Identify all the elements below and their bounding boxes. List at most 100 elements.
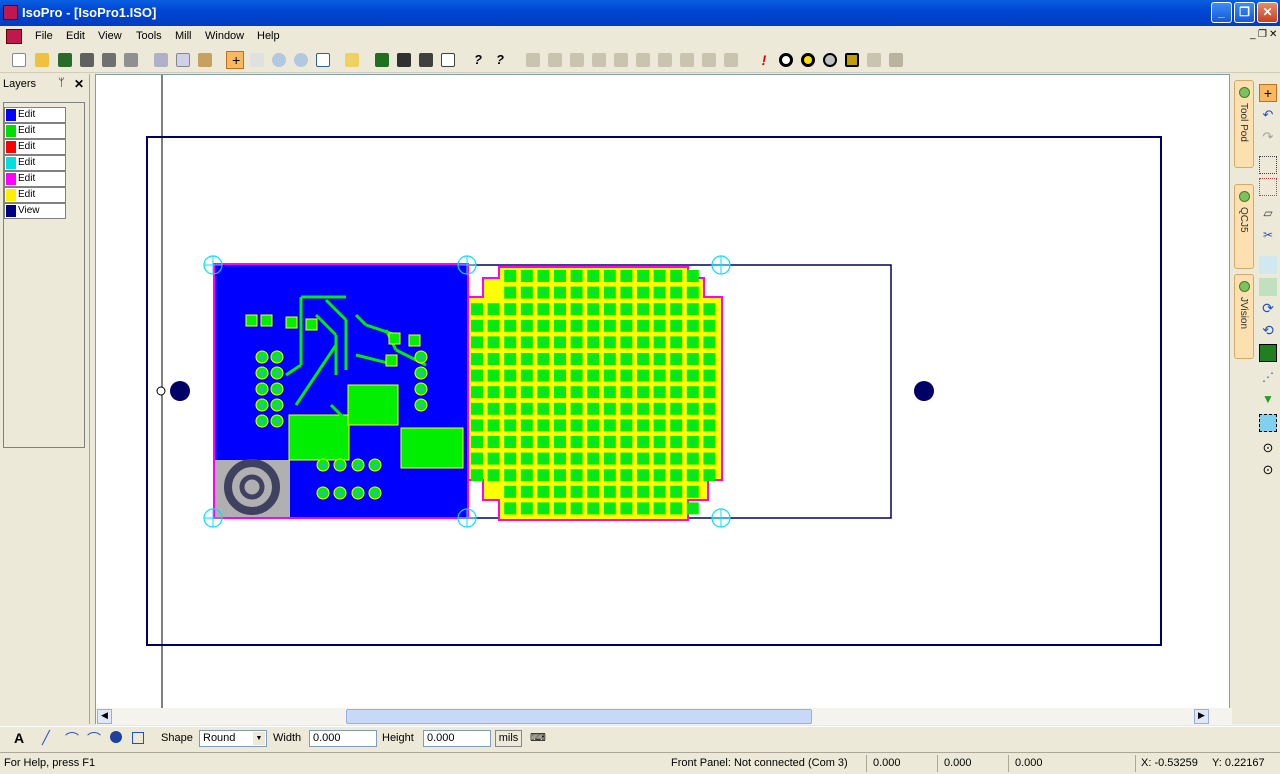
window-icon[interactable] bbox=[439, 51, 457, 69]
grid-via bbox=[575, 291, 578, 294]
mdi-min-icon[interactable]: _ bbox=[1250, 29, 1256, 40]
camera-target-icon[interactable] bbox=[821, 51, 839, 69]
menu-window[interactable]: Window bbox=[205, 30, 244, 42]
print-preview-icon[interactable] bbox=[100, 51, 118, 69]
board-green-icon[interactable] bbox=[1259, 344, 1277, 362]
maximize-button[interactable]: ❐ bbox=[1234, 2, 1255, 23]
text-tool-icon[interactable]: A bbox=[14, 730, 24, 746]
help-icon[interactable]: ? bbox=[469, 51, 487, 69]
mdi-close-icon[interactable]: ✕ bbox=[1269, 29, 1277, 40]
height-input[interactable]: 0.000 bbox=[423, 730, 491, 747]
cut-path-icon[interactable]: ✂ bbox=[1259, 228, 1277, 246]
width-input[interactable]: 0.000 bbox=[309, 730, 377, 747]
pad-hole bbox=[321, 491, 325, 495]
chevron-down-icon[interactable]: ▼ bbox=[253, 732, 265, 745]
eraser-icon[interactable]: ▱ bbox=[1259, 206, 1277, 224]
tool-pod-icon bbox=[1239, 87, 1250, 98]
shape-select[interactable]: Round ▼ bbox=[199, 730, 267, 747]
keyboard-icon[interactable]: ⌨ bbox=[530, 731, 546, 744]
menu-edit[interactable]: Edit bbox=[66, 30, 85, 42]
grid-via bbox=[641, 474, 645, 477]
grid-via bbox=[658, 357, 661, 361]
grid-via bbox=[542, 357, 545, 361]
layer-view-icon[interactable] bbox=[395, 51, 413, 69]
save-icon[interactable] bbox=[56, 51, 74, 69]
doc-icon[interactable] bbox=[6, 29, 22, 44]
cut-icon[interactable] bbox=[152, 51, 170, 69]
center-target-icon[interactable]: ⊙ bbox=[1259, 440, 1277, 458]
drawing-canvas[interactable]: ▲ ▼ ◀ ▶ bbox=[95, 74, 1280, 725]
mdi-restore-icon[interactable]: ❐ bbox=[1258, 29, 1267, 40]
zoom-fit-icon[interactable] bbox=[314, 51, 332, 69]
new-icon[interactable] bbox=[10, 51, 28, 69]
print-setup-icon[interactable] bbox=[78, 51, 96, 69]
arc2-tool-icon[interactable]: ⌒ bbox=[87, 729, 101, 749]
line-tool-icon[interactable]: ╱ bbox=[42, 730, 50, 746]
paste-icon[interactable] bbox=[196, 51, 214, 69]
zoom-out-icon[interactable] bbox=[292, 51, 310, 69]
select-box-icon[interactable] bbox=[1259, 156, 1277, 174]
grid-via bbox=[525, 391, 528, 394]
align-icon[interactable] bbox=[1259, 256, 1277, 274]
rotate-icon[interactable]: ⟳ bbox=[1259, 300, 1277, 318]
board-icon[interactable] bbox=[843, 51, 861, 69]
red-target-icon[interactable]: ⊙ bbox=[1259, 462, 1277, 480]
open-icon[interactable] bbox=[33, 51, 51, 69]
scroll-thumb-h[interactable] bbox=[346, 709, 812, 724]
layer-row[interactable]: Edit bbox=[4, 155, 66, 171]
close-button[interactable]: ✕ bbox=[1257, 2, 1278, 23]
copy-icon[interactable] bbox=[174, 51, 192, 69]
deselect-box-icon[interactable] bbox=[1259, 178, 1277, 196]
select-crosshair-icon[interactable]: + bbox=[1259, 84, 1277, 102]
grid-via bbox=[575, 341, 578, 344]
menu-tools[interactable]: Tools bbox=[136, 30, 162, 42]
pin-icon[interactable]: ᛘ bbox=[58, 77, 65, 89]
layer-row[interactable]: Edit bbox=[4, 187, 66, 203]
node-icon[interactable]: ⋰ bbox=[1259, 370, 1277, 388]
app-icon[interactable] bbox=[3, 5, 18, 20]
scroll-right-icon[interactable]: ▶ bbox=[1194, 709, 1209, 724]
tab-tool-pod[interactable]: Tool Pod bbox=[1234, 80, 1254, 168]
context-help-icon[interactable]: ? bbox=[491, 51, 509, 69]
flip-icon[interactable]: ▼ bbox=[1259, 392, 1277, 410]
minimize-button[interactable]: _ bbox=[1211, 2, 1232, 23]
target-icon[interactable] bbox=[777, 51, 795, 69]
drill-target-icon[interactable] bbox=[799, 51, 817, 69]
zoom-in-icon[interactable] bbox=[270, 51, 288, 69]
layer-row[interactable]: Edit bbox=[4, 107, 66, 123]
mirror-icon[interactable] bbox=[1259, 278, 1277, 296]
menu-help[interactable]: Help bbox=[257, 30, 280, 42]
units-button[interactable]: mils bbox=[495, 730, 522, 747]
layer-grid-icon[interactable] bbox=[417, 51, 435, 69]
scroll-left-icon[interactable]: ◀ bbox=[97, 709, 112, 724]
arc-tool-icon[interactable]: ⌒ bbox=[65, 729, 79, 749]
grid-via bbox=[525, 440, 528, 444]
undo-icon[interactable]: ↶ bbox=[1259, 107, 1277, 125]
layer-row[interactable]: Edit bbox=[4, 139, 66, 155]
grid-via bbox=[691, 341, 694, 344]
pan-hand-icon[interactable] bbox=[248, 51, 266, 69]
menu-mill[interactable]: Mill bbox=[175, 30, 192, 42]
alert-icon[interactable]: ! bbox=[755, 51, 773, 69]
horizontal-scrollbar[interactable]: ◀ ▶ bbox=[96, 708, 1280, 725]
tab-jvision[interactable]: JVision bbox=[1234, 274, 1254, 359]
crosshair-icon[interactable]: + bbox=[226, 51, 244, 69]
panel-close-icon[interactable]: ✕ bbox=[74, 77, 84, 91]
pad-tool-icon[interactable] bbox=[110, 731, 122, 743]
pcb-view[interactable] bbox=[96, 75, 1280, 708]
menu-file[interactable]: File bbox=[35, 30, 53, 42]
menu-view[interactable]: View bbox=[98, 30, 122, 42]
layers-icon[interactable] bbox=[373, 51, 391, 69]
layer-row[interactable]: View bbox=[4, 203, 66, 219]
layer-row[interactable]: Edit bbox=[4, 171, 66, 187]
status-val3: 0.000 bbox=[1015, 757, 1043, 769]
area-icon[interactable] bbox=[1259, 414, 1277, 432]
tab-qcj5[interactable]: QCJ5 bbox=[1234, 184, 1254, 269]
measure-icon[interactable] bbox=[343, 51, 361, 69]
rotate-ccw-icon[interactable]: ⟲ bbox=[1259, 322, 1277, 340]
print-icon[interactable] bbox=[122, 51, 140, 69]
layer-row[interactable]: Edit bbox=[4, 123, 66, 139]
layer-swatch bbox=[6, 189, 16, 201]
rect-tool-icon[interactable] bbox=[132, 732, 144, 744]
grid-via bbox=[525, 407, 528, 410]
